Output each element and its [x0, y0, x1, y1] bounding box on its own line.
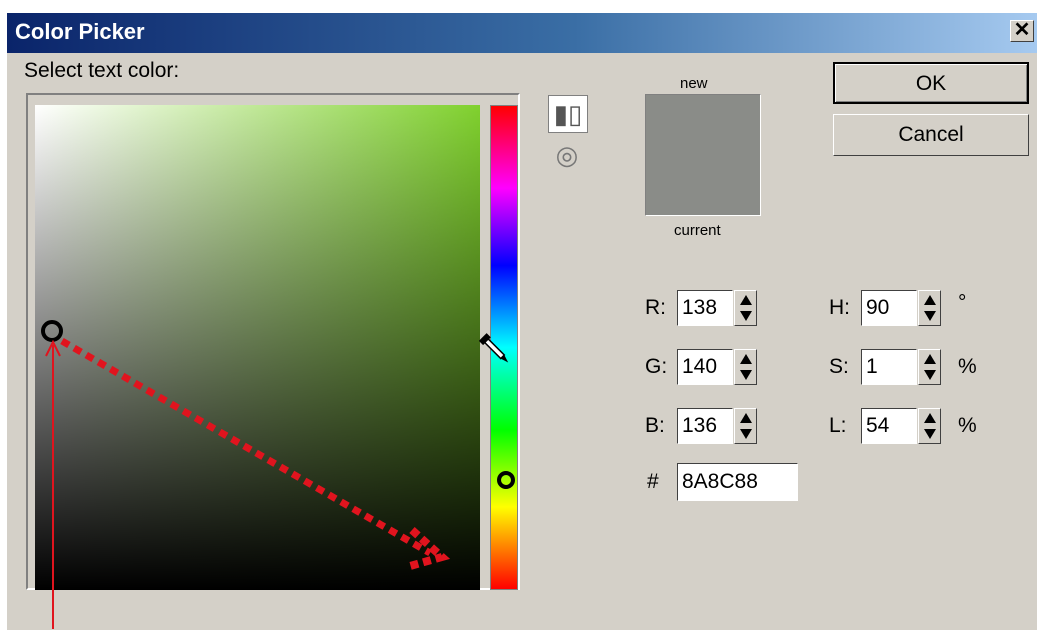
eyedropper-icon: [478, 333, 509, 363]
annotation-dotted-arrow: [60, 337, 432, 557]
annotation-overlay: [45, 333, 509, 629]
